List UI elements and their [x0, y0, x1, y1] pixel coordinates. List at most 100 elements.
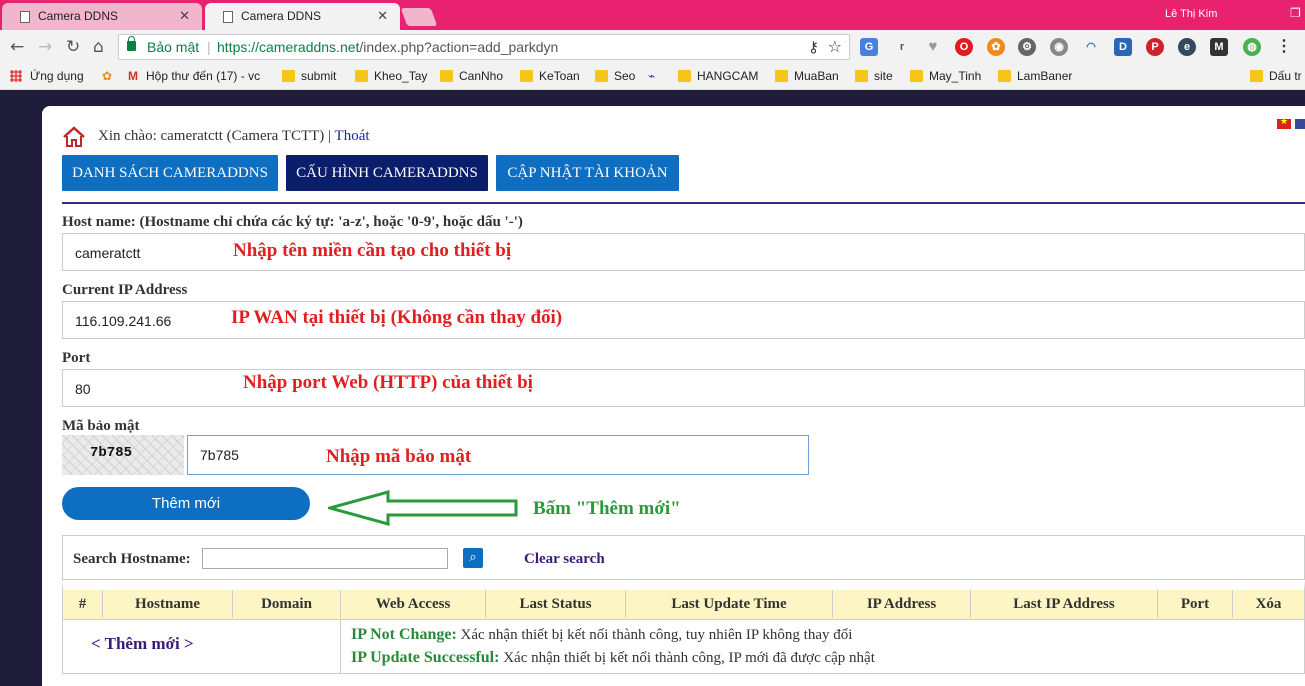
folder-icon	[440, 70, 453, 82]
hostname-label: Host name: (Hostname chỉ chứa các ký tự:…	[62, 214, 523, 230]
legend-desc: Xác nhận thiết bị kết nối thành công, tu…	[460, 627, 853, 643]
bird-icon[interactable]: ⌁	[648, 69, 655, 83]
page-icon	[223, 11, 233, 23]
bookmark-folder[interactable]: CanNho	[440, 69, 503, 83]
bookmark-apps[interactable]: Ứng dụng	[10, 69, 84, 83]
bookmark-folder[interactable]: HANGCAM	[678, 69, 758, 83]
hostname-note: Nhập tên miền cần tạo cho thiết bị	[233, 240, 512, 261]
bookmark-label: Ứng dụng	[30, 69, 84, 83]
search-icon[interactable]: ⌕	[463, 548, 483, 568]
url-base: https://cameraddns.net	[217, 39, 360, 55]
gmail-icon: M	[128, 69, 138, 83]
bookmark-label: May_Tinh	[929, 69, 982, 83]
pinterest-icon[interactable]: P	[1146, 38, 1164, 56]
browser-tab-1[interactable]: Camera DDNS ✕	[2, 3, 202, 30]
new-tab-button[interactable]	[400, 8, 438, 26]
folder-icon	[678, 70, 691, 82]
wifi-icon[interactable]: ◠	[1082, 38, 1100, 56]
address-bar[interactable]: Bảo mật | https://cameraddns.net/index.p…	[118, 34, 850, 60]
bookmark-folder[interactable]: Seo	[595, 69, 635, 83]
close-tab-icon[interactable]: ✕	[179, 8, 190, 24]
table-body: < Thêm mới > IP Not Change: Xác nhận thi…	[62, 620, 1305, 674]
home-icon[interactable]	[62, 126, 86, 148]
extension-d-icon[interactable]: D	[1114, 38, 1132, 56]
add-new-button[interactable]: Thêm mới	[62, 487, 310, 520]
column-header: Domain	[233, 590, 341, 618]
submit-note: Bấm "Thêm mới"	[533, 498, 681, 519]
clear-search-link[interactable]: Clear search	[524, 551, 605, 568]
column-header: Xóa	[1255, 596, 1282, 612]
close-tab-icon[interactable]: ✕	[377, 8, 388, 24]
bookmark-gmail[interactable]: M Hộp thư đến (17) - vc	[128, 69, 260, 83]
chat-icon[interactable]: ◉	[1050, 38, 1068, 56]
uk-flag-icon[interactable]	[1295, 119, 1305, 129]
browser-tab-2[interactable]: Camera DDNS ✕	[205, 3, 400, 30]
bookmark-label: Hộp thư đến (17) - vc	[146, 69, 261, 83]
opera-icon[interactable]: O	[955, 38, 973, 56]
bookmark-label: HANGCAM	[697, 69, 759, 83]
bookmark-label: LamBaner	[1017, 69, 1073, 83]
bookmark-label: Kheo_Tay	[374, 69, 428, 83]
folder-icon	[775, 70, 788, 82]
bookmarks-bar: Ứng dụng ✿ M Hộp thư đến (17) - vc submit…	[0, 64, 1305, 90]
gear-icon[interactable]: ⚙	[1018, 38, 1036, 56]
add-new-link[interactable]: < Thêm mới >	[91, 634, 194, 654]
forward-icon[interactable]: →	[38, 38, 52, 56]
translate-icon[interactable]: G	[860, 38, 878, 56]
extension-r-icon[interactable]: r	[893, 38, 911, 56]
bookmark-folder[interactable]: LamBaner	[998, 69, 1072, 83]
folder-icon	[520, 70, 533, 82]
bookmark-folder[interactable]: MuaBan	[775, 69, 839, 83]
security-code-input[interactable]: 7b785	[187, 435, 809, 475]
nav-update-account[interactable]: CẬP NHẬT TÀI KHOẢN	[496, 155, 679, 191]
legend-item: IP Not Change: Xác nhận thiết bị kết nối…	[351, 626, 852, 644]
nav-config-cameraddns[interactable]: CẤU HÌNH CAMERADDNS	[286, 155, 488, 191]
folder-icon	[998, 70, 1011, 82]
column-header: Last Status	[486, 590, 626, 618]
home-icon[interactable]: ⌂	[93, 38, 104, 56]
bookmark-folder[interactable]: submit	[282, 69, 336, 83]
legend-term: IP Not Change:	[351, 626, 457, 643]
reload-icon[interactable]: ↻	[66, 38, 80, 56]
url-separator: |	[207, 39, 211, 55]
url-path: /index.php?action=add_parkdyn	[359, 39, 559, 55]
bookmark-label: MuaBan	[794, 69, 839, 83]
heart-icon[interactable]: ♥	[924, 38, 942, 56]
nav-list-cameraddns[interactable]: DANH SÁCH CAMERADDNS	[62, 155, 278, 191]
bookmark-label: submit	[301, 69, 337, 83]
security-label: Bảo mật	[147, 39, 200, 55]
bookmark-folder[interactable]: Dấu tr	[1250, 69, 1302, 83]
greeting-text: Xin chào: cameratctt (Camera TCTT) |	[98, 128, 332, 144]
bookmark-label: Dấu tr	[1269, 69, 1302, 83]
apps-icon	[10, 70, 22, 82]
ip-note: IP WAN tại thiết bị (Không cần thay đổi)	[231, 307, 563, 328]
bookmark-folder[interactable]: site	[855, 69, 893, 83]
extension-m-icon[interactable]: M	[1210, 38, 1228, 56]
bookmark-folder[interactable]: Kheo_Tay	[355, 69, 427, 83]
nav-divider	[62, 202, 1305, 204]
key-icon[interactable]: ⚷	[808, 38, 819, 56]
profile-name[interactable]: Lê Thị Kim	[1165, 8, 1217, 20]
star-icon[interactable]: ☆	[828, 37, 842, 56]
bookmark-folder[interactable]: KeToan	[520, 69, 580, 83]
flower-extension-icon[interactable]: ✿	[987, 38, 1005, 56]
extension-globe-icon[interactable]: ◍	[1243, 38, 1261, 56]
back-icon[interactable]: ←	[10, 38, 24, 56]
column-header: #	[63, 590, 103, 618]
restore-window-icon[interactable]: ❐	[1290, 6, 1301, 20]
page-content: Xin chào: cameratctt (Camera TCTT) | Tho…	[42, 106, 1305, 686]
flower-icon[interactable]: ✿	[102, 69, 112, 83]
cell-divider	[340, 620, 341, 674]
extension-e-icon[interactable]: e	[1178, 38, 1196, 56]
menu-icon[interactable]: ⋮	[1275, 38, 1293, 56]
search-hostname-input[interactable]	[202, 548, 448, 569]
tab-title: Camera DDNS	[241, 9, 322, 23]
logout-link[interactable]: Thoát	[335, 128, 370, 144]
column-header: Port	[1158, 590, 1233, 618]
bookmark-label: KeToan	[539, 69, 580, 83]
search-bar: Search Hostname: ⌕ Clear search	[62, 535, 1305, 580]
bookmark-folder[interactable]: May_Tinh	[910, 69, 981, 83]
language-flags	[1277, 116, 1305, 134]
vietnam-flag-icon[interactable]	[1277, 116, 1291, 129]
column-header: Last IP Address	[971, 590, 1158, 618]
